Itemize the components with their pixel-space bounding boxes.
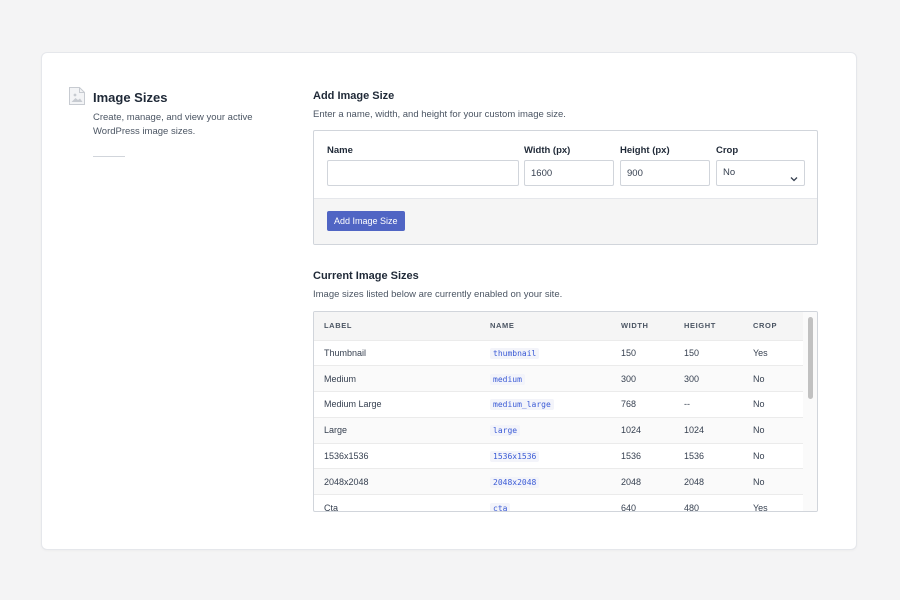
row-crop: No bbox=[753, 451, 765, 462]
current-section-description: Image sizes listed below are currently e… bbox=[313, 289, 563, 300]
settings-card: Image Sizes Create, manage, and view you… bbox=[41, 52, 857, 550]
row-height: 150 bbox=[684, 347, 700, 358]
row-name-cell: thumbnail bbox=[480, 340, 611, 366]
table-row: Cta cta 640 480 Yes bbox=[314, 494, 803, 512]
row-name: medium_large bbox=[490, 399, 554, 411]
row-name: large bbox=[490, 425, 521, 437]
row-label: Medium bbox=[324, 373, 357, 384]
row-crop: No bbox=[753, 373, 765, 384]
row-width: 1536 bbox=[621, 451, 642, 462]
row-width: 1024 bbox=[621, 425, 642, 436]
row-width: 150 bbox=[621, 347, 637, 358]
table-row: Medium medium 300 300 No bbox=[314, 365, 803, 392]
row-name: medium bbox=[490, 373, 525, 385]
row-name: cta bbox=[490, 502, 511, 511]
row-name-cell: medium bbox=[480, 366, 611, 392]
add-section-description: Enter a name, width, and height for your… bbox=[313, 109, 566, 120]
table-header-row: LABEL NAME WIDTH HEIGHT CROP bbox=[314, 312, 803, 340]
row-height: 1024 bbox=[684, 425, 705, 436]
row-label: Large bbox=[324, 425, 348, 436]
image-sizes-table-container: LABEL NAME WIDTH HEIGHT CROP Thumbnail t… bbox=[313, 311, 818, 512]
row-crop: No bbox=[753, 425, 765, 436]
page-title: Image Sizes bbox=[93, 90, 168, 105]
scrollbar-thumb[interactable] bbox=[808, 317, 813, 399]
height-label: Height (px) bbox=[620, 145, 670, 156]
column-header-crop: CROP bbox=[753, 321, 778, 331]
row-crop: Yes bbox=[753, 347, 768, 358]
row-name-cell: 1536x1536 bbox=[480, 443, 611, 469]
row-label: Thumbnail bbox=[324, 347, 367, 358]
row-name: 2048x2048 bbox=[490, 476, 540, 488]
row-width: 300 bbox=[621, 373, 637, 384]
form-footer: Add Image Size bbox=[314, 198, 817, 244]
row-width: 768 bbox=[621, 399, 637, 410]
height-input[interactable] bbox=[620, 160, 710, 186]
table-row: 2048x2048 2048x2048 2048 2048 No bbox=[314, 468, 803, 495]
row-crop: Yes bbox=[753, 502, 768, 512]
divider bbox=[93, 156, 125, 157]
row-label: Cta bbox=[324, 502, 339, 512]
row-height: 480 bbox=[684, 502, 700, 512]
row-height: -- bbox=[684, 399, 690, 410]
row-name-cell: cta bbox=[480, 495, 611, 511]
row-label: Medium Large bbox=[324, 399, 382, 410]
row-name-cell: 2048x2048 bbox=[480, 469, 611, 495]
table-scrollbar[interactable] bbox=[803, 312, 817, 511]
image-file-icon bbox=[68, 86, 86, 106]
row-name-cell: medium_large bbox=[480, 392, 611, 418]
width-label: Width (px) bbox=[524, 145, 571, 156]
row-name: thumbnail bbox=[490, 347, 540, 359]
row-crop: No bbox=[753, 399, 765, 410]
name-label: Name bbox=[327, 145, 353, 156]
page-description: Create, manage, and view your active Wor… bbox=[93, 112, 253, 137]
image-sizes-table: LABEL NAME WIDTH HEIGHT CROP Thumbnail t… bbox=[314, 312, 803, 512]
row-name: 1536x1536 bbox=[490, 451, 540, 463]
table-row: Medium Large medium_large 768 -- No bbox=[314, 391, 803, 418]
crop-select-value: No bbox=[723, 167, 736, 178]
row-label: 1536x1536 bbox=[324, 451, 369, 462]
table-row: 1536x1536 1536x1536 1536 1536 No bbox=[314, 443, 803, 469]
crop-label: Crop bbox=[716, 145, 739, 156]
row-crop: No bbox=[753, 476, 765, 487]
row-label: 2048x2048 bbox=[324, 476, 369, 487]
column-header-height: HEIGHT bbox=[684, 321, 716, 331]
crop-select[interactable]: No bbox=[716, 160, 805, 186]
row-height: 300 bbox=[684, 373, 700, 384]
column-header-width: WIDTH bbox=[621, 321, 649, 331]
add-image-size-form: Name Width (px) Height (px) Crop No Add … bbox=[313, 130, 818, 245]
row-height: 2048 bbox=[684, 476, 705, 487]
width-input[interactable] bbox=[524, 160, 614, 186]
row-height: 1536 bbox=[684, 451, 705, 462]
add-section-title: Add Image Size bbox=[313, 90, 395, 102]
chevron-down-icon bbox=[790, 169, 798, 182]
table-row: Thumbnail thumbnail 150 150 Yes bbox=[314, 340, 803, 366]
current-section-title: Current Image Sizes bbox=[313, 270, 419, 282]
table-row: Large large 1024 1024 No bbox=[314, 417, 803, 444]
add-image-size-button[interactable]: Add Image Size bbox=[327, 211, 405, 231]
row-width: 640 bbox=[621, 502, 637, 512]
column-header-label: LABEL bbox=[324, 321, 352, 331]
row-name-cell: large bbox=[480, 417, 611, 443]
row-width: 2048 bbox=[621, 476, 642, 487]
name-input[interactable] bbox=[327, 160, 519, 186]
column-header-name: NAME bbox=[490, 321, 515, 331]
